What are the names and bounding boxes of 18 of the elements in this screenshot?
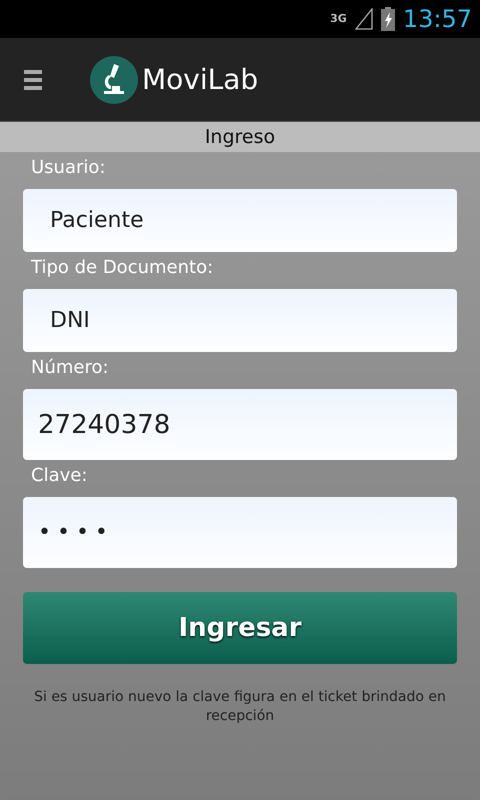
signal-icon (354, 8, 373, 30)
menu-icon[interactable] (24, 68, 42, 90)
field-label: Usuario: (30, 156, 106, 180)
section-title: Ingreso (0, 122, 480, 152)
network-type: 3G (330, 10, 347, 27)
field-label: Tipo de Documento: (30, 256, 214, 280)
app-title: MoviLab (142, 62, 258, 98)
info-note: Si es usuario nuevo la clave figura en el ticket brindado en recepción (33, 688, 447, 726)
field-label: Clave: (30, 464, 88, 488)
password-field[interactable]: •••• (23, 497, 457, 568)
input-field[interactable]: 27240378 (23, 389, 457, 460)
field-label: Número: (30, 356, 110, 380)
microscope-icon (90, 56, 138, 104)
dropdown-field[interactable]: Paciente (23, 189, 457, 252)
dropdown-field[interactable]: DNI (23, 289, 457, 352)
battery-icon (380, 7, 395, 31)
login-button[interactable]: Ingresar (23, 592, 457, 664)
clock: 13:57 (402, 4, 472, 35)
